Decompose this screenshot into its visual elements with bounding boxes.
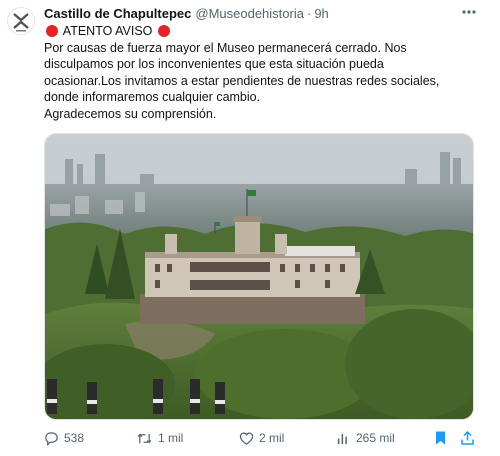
repost-button[interactable]: 1 mil	[136, 428, 183, 448]
share-icon	[461, 430, 474, 445]
views-button[interactable]: 265 mil	[336, 428, 395, 448]
views-chart-icon	[337, 433, 347, 444]
more-options-button[interactable]	[460, 4, 478, 20]
reply-count: 538	[64, 431, 85, 445]
tweet-text: ATENTO AVISO Por causas de fuerza mayor …	[44, 23, 484, 122]
repost-count: 1 mil	[158, 431, 184, 445]
like-count: 2 mil	[259, 431, 285, 445]
alert-heading: ATENTO AVISO	[44, 23, 484, 40]
author-handle[interactable]: @Museodehistoria	[195, 6, 304, 21]
tweet-text-line: disculpamos por los inconvenientes que e…	[44, 57, 384, 71]
tweet-text-line: Agradecemos su comprensión.	[44, 106, 217, 121]
separator: ·	[306, 5, 312, 21]
like-button[interactable]: 2 mil	[239, 428, 284, 448]
views-count: 265 mil	[356, 431, 395, 445]
alert-heading-text: ATENTO AVISO	[62, 24, 153, 38]
more-icon	[462, 10, 476, 14]
museum-logo-icon	[13, 13, 29, 32]
author-name[interactable]: Castillo de Chapultepec	[44, 6, 191, 21]
tweet-actions: 538 1 mil 2 mil 265 mil	[44, 428, 484, 448]
heart-icon	[239, 432, 254, 445]
timestamp[interactable]: 9h	[314, 6, 328, 21]
tweet-text-line: ocasionar.Los invitamos a estar pendient…	[44, 73, 440, 88]
tweet-text-line: Por causas de fuerza mayor el Museo perm…	[44, 40, 407, 55]
tweet-text-line: donde informaremos cualquier cambio.	[44, 90, 261, 104]
reply-button[interactable]: 538	[44, 428, 84, 448]
red-circle-emoji-icon	[157, 25, 170, 37]
reply-icon	[45, 431, 58, 446]
castle-photo	[45, 134, 473, 419]
avatar[interactable]	[7, 7, 35, 35]
tweet-photo[interactable]	[44, 133, 474, 420]
bookmark-button[interactable]	[434, 428, 452, 448]
share-button[interactable]	[460, 428, 480, 448]
tweet-header: Castillo de Chapultepec @Museodehistoria…	[44, 4, 329, 22]
repost-icon	[137, 433, 152, 443]
red-circle-emoji-icon	[46, 25, 58, 37]
bookmark-icon	[436, 431, 445, 445]
